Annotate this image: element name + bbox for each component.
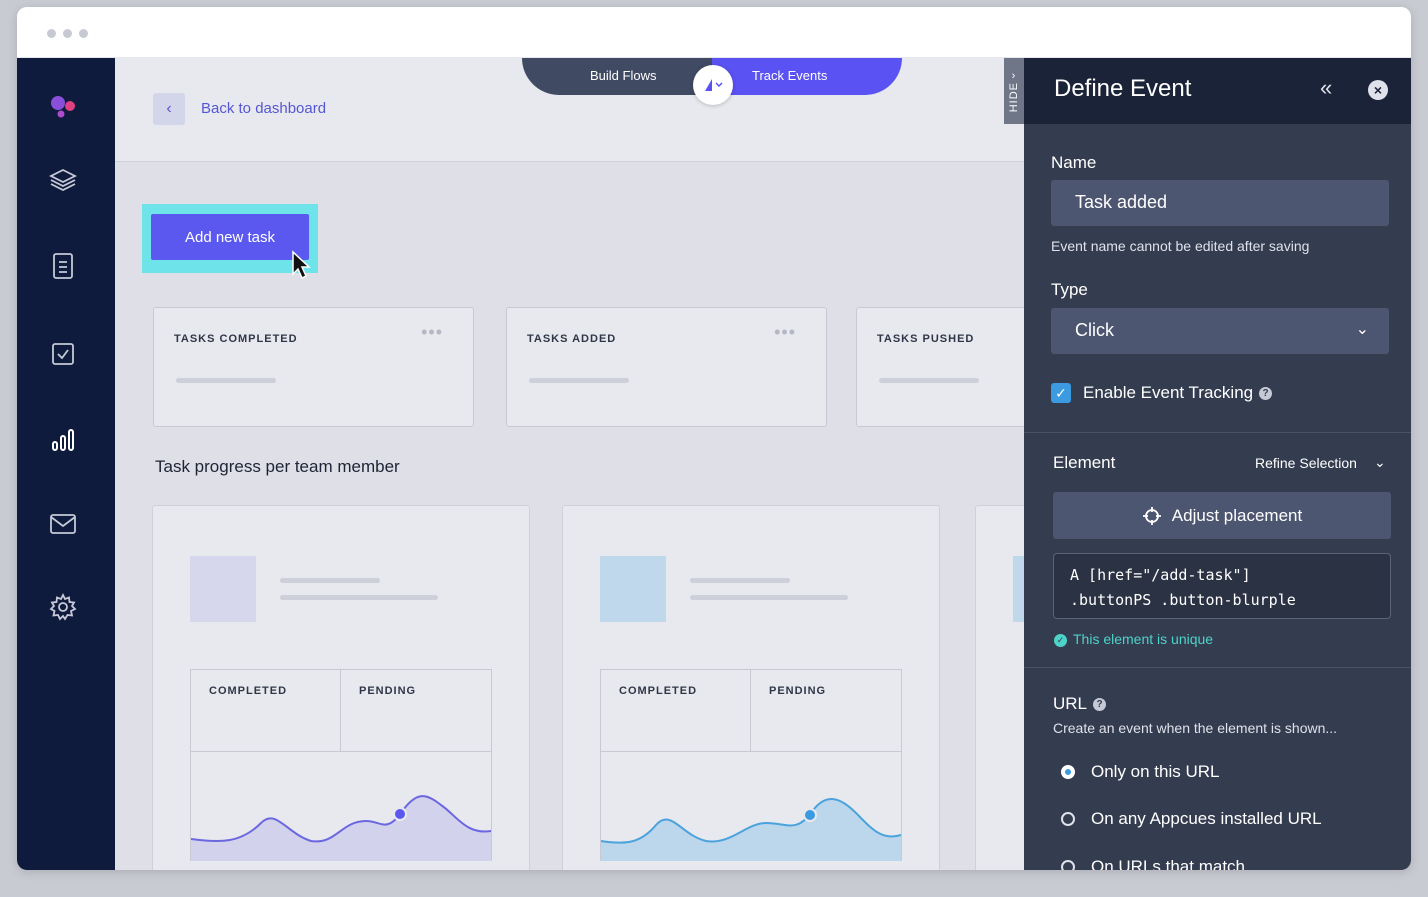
more-options-icon[interactable]: ••• xyxy=(421,322,443,343)
close-icon[interactable]: × xyxy=(1368,80,1388,100)
url-option-label[interactable]: Only on this URL xyxy=(1091,762,1220,782)
crosshair-icon xyxy=(1142,506,1162,526)
divider xyxy=(1024,667,1411,668)
app-logo-icon[interactable] xyxy=(48,92,78,122)
back-to-dashboard-link[interactable]: Back to dashboard xyxy=(201,100,326,117)
avatar-placeholder xyxy=(1013,556,1024,622)
progress-sparkline xyxy=(601,753,901,861)
collapse-chevrons-icon[interactable]: « xyxy=(1320,75,1332,101)
track-events-label: Track Events xyxy=(752,68,827,83)
url-help-text: Create an event when the element is show… xyxy=(1053,720,1337,736)
stat-card-title: TASKS ADDED xyxy=(527,333,616,345)
add-new-task-button[interactable]: Add new task xyxy=(151,214,309,260)
selector-line: A [href="/add-task"] xyxy=(1070,563,1374,588)
placeholder-bar xyxy=(690,578,790,583)
unique-element-status: ✓This element is unique xyxy=(1054,631,1213,647)
event-name-field[interactable]: Task added xyxy=(1051,180,1389,226)
track-events-tab[interactable]: Track Events xyxy=(712,58,902,95)
adjust-placement-button[interactable]: Adjust placement xyxy=(1053,492,1391,539)
name-label: Name xyxy=(1051,153,1096,173)
more-options-icon[interactable]: ••• xyxy=(774,322,796,343)
type-label: Type xyxy=(1051,280,1088,300)
window-dot-icon xyxy=(47,29,56,38)
enable-tracking-checkbox[interactable]: ✓ xyxy=(1051,383,1071,403)
avatar-placeholder xyxy=(190,556,256,622)
hide-label: HIDE xyxy=(1008,82,1020,112)
member-stats-table: COMPLETED PENDING xyxy=(600,669,902,861)
stat-card: TASKS ADDED ••• xyxy=(506,307,827,427)
placeholder-bar xyxy=(690,595,848,600)
event-type-select[interactable]: Click ⌄ xyxy=(1051,308,1389,354)
pending-column: PENDING xyxy=(341,670,491,752)
layers-icon[interactable] xyxy=(48,165,78,195)
panel-header: Define Event « × xyxy=(1024,58,1411,124)
member-card: COMPLETED PENDING xyxy=(152,505,530,870)
column-label: PENDING xyxy=(359,685,416,697)
bar-chart-icon[interactable] xyxy=(48,425,78,455)
url-option-label[interactable]: On any Appcues installed URL xyxy=(1091,809,1322,829)
progress-sparkline xyxy=(191,753,491,861)
help-icon[interactable]: ? xyxy=(1093,698,1106,711)
url-option-radio[interactable] xyxy=(1061,812,1075,826)
window-titlebar xyxy=(17,7,1411,58)
window-dot-icon xyxy=(63,29,72,38)
appcues-logo-icon xyxy=(702,77,724,93)
check-circle-icon: ✓ xyxy=(1054,634,1067,647)
url-option-label[interactable]: On URLs that match... xyxy=(1091,857,1259,870)
column-label: PENDING xyxy=(769,685,826,697)
app-sidebar xyxy=(17,58,115,870)
window-dot-icon xyxy=(79,29,88,38)
url-label: URL? xyxy=(1053,694,1106,714)
selector-code-box[interactable]: A [href="/add-task"].buttonPS .button-bl… xyxy=(1053,553,1391,619)
checkbox-icon[interactable] xyxy=(48,339,78,369)
pending-column: PENDING xyxy=(751,670,901,752)
type-value: Click xyxy=(1075,320,1114,340)
enable-tracking-label: Enable Event Tracking? xyxy=(1083,383,1272,403)
url-option-radio[interactable] xyxy=(1061,860,1075,870)
stat-card: TASKS COMPLETED ••• xyxy=(153,307,474,427)
name-help-text: Event name cannot be edited after saving xyxy=(1051,238,1309,254)
divider xyxy=(1024,432,1411,433)
placeholder-bar xyxy=(529,378,629,383)
stat-card-title: TASKS COMPLETED xyxy=(174,333,298,345)
member-stats-table: COMPLETED PENDING xyxy=(190,669,492,861)
main-content: ‹ Back to dashboard Build Flows Track Ev… xyxy=(115,58,1024,870)
build-flows-tab[interactable]: Build Flows xyxy=(522,58,712,95)
avatar-placeholder xyxy=(600,556,666,622)
placeholder-bar xyxy=(280,595,438,600)
stat-card: TASKS PUSHED xyxy=(856,307,1024,427)
hide-chevron-icon: › xyxy=(1012,70,1017,82)
mode-switch[interactable]: Build Flows Track Events xyxy=(522,58,902,95)
column-label: COMPLETED xyxy=(619,685,697,697)
chevron-down-icon[interactable]: ⌄ xyxy=(1374,454,1386,471)
member-card xyxy=(975,505,1024,870)
column-label: COMPLETED xyxy=(209,685,287,697)
settings-gear-icon[interactable] xyxy=(48,592,78,622)
mode-toggle-knob[interactable] xyxy=(693,65,733,105)
placeholder-bar xyxy=(176,378,276,383)
member-card: COMPLETED PENDING xyxy=(562,505,940,870)
panel-title: Define Event xyxy=(1054,75,1191,103)
placeholder-bar xyxy=(280,578,380,583)
mail-icon[interactable] xyxy=(48,509,78,539)
hide-panel-tab[interactable]: › HIDE xyxy=(1004,58,1024,124)
chevron-down-icon: ⌄ xyxy=(1356,319,1369,339)
url-option-radio[interactable] xyxy=(1061,765,1075,779)
completed-column: COMPLETED xyxy=(601,670,751,752)
build-flows-label: Build Flows xyxy=(590,68,656,83)
adjust-placement-label: Adjust placement xyxy=(1172,506,1302,526)
section-title: Task progress per team member xyxy=(155,457,400,477)
browser-window: ‹ Back to dashboard Build Flows Track Ev… xyxy=(17,7,1411,870)
back-arrow-button[interactable]: ‹ xyxy=(153,93,185,125)
refine-selection-dropdown[interactable]: Refine Selection xyxy=(1255,455,1357,471)
element-label: Element xyxy=(1053,453,1115,473)
selector-line: .buttonPS .button-blurple xyxy=(1070,588,1374,613)
document-icon[interactable] xyxy=(48,251,78,281)
help-icon[interactable]: ? xyxy=(1259,387,1272,400)
define-event-panel: Define Event « × Name Task added Event n… xyxy=(1024,58,1411,870)
mouse-cursor-icon xyxy=(291,250,313,280)
placeholder-bar xyxy=(879,378,979,383)
stat-card-title: TASKS PUSHED xyxy=(877,333,974,345)
completed-column: COMPLETED xyxy=(191,670,341,752)
